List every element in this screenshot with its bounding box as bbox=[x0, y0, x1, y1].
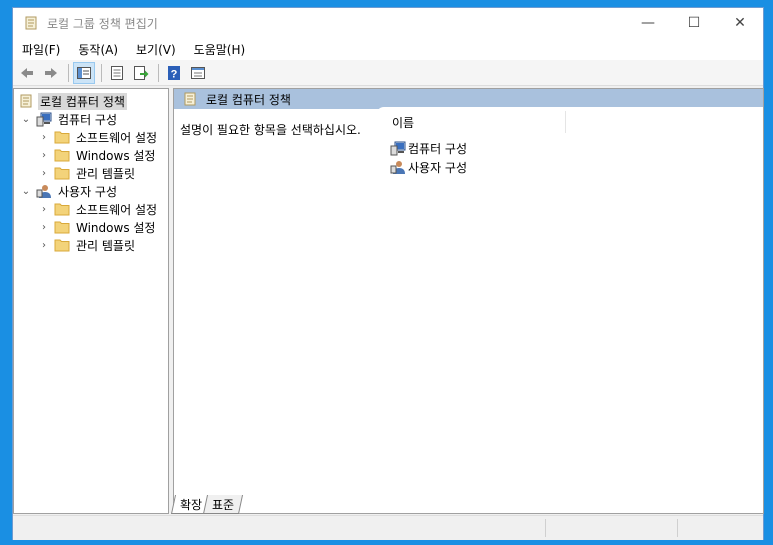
policy-scroll-icon bbox=[184, 92, 196, 106]
status-divider bbox=[545, 519, 546, 537]
tree-item-folder[interactable]: › Windows 설정 bbox=[38, 218, 157, 236]
show-hide-tree-icon bbox=[77, 66, 91, 79]
user-icon bbox=[36, 185, 51, 198]
tree-item-label: 컴퓨터 구성 bbox=[58, 112, 118, 127]
menu-bar: 파일(F) 동작(A) 보기(V) 도움말(H) bbox=[13, 38, 763, 60]
computer-icon bbox=[390, 141, 406, 156]
view-icon bbox=[191, 66, 205, 79]
status-divider bbox=[677, 519, 678, 537]
chevron-right-icon[interactable]: › bbox=[38, 164, 50, 182]
tree-item-label: 관리 템플릿 bbox=[76, 238, 136, 253]
chevron-down-icon[interactable]: ⌄ bbox=[20, 110, 32, 128]
menu-view[interactable]: 보기(V) bbox=[127, 41, 185, 58]
chevron-down-icon[interactable]: ⌄ bbox=[20, 182, 32, 200]
details-pane: 로컬 컴퓨터 정책 설명이 필요한 항목을 선택하십시오. 이름 컴퓨터 구성 bbox=[173, 88, 764, 514]
svg-text:?: ? bbox=[171, 68, 178, 80]
policy-scroll-icon bbox=[25, 16, 37, 30]
toolbar-separator bbox=[158, 63, 159, 82]
folder-icon bbox=[54, 167, 70, 180]
forward-button[interactable] bbox=[40, 62, 62, 84]
app-window: 로컬 그룹 정책 편집기 — ☐ ✕ 파일(F) 동작(A) 보기(V) 도움말… bbox=[12, 7, 764, 540]
chevron-right-icon[interactable]: › bbox=[38, 236, 50, 254]
item-list: 이름 컴퓨터 구성 사용자 구성 bbox=[376, 107, 763, 490]
show-hide-tree-button[interactable] bbox=[73, 61, 95, 84]
menu-action[interactable]: 동작(A) bbox=[69, 41, 127, 58]
chevron-right-icon[interactable]: › bbox=[38, 200, 50, 218]
chevron-right-icon[interactable]: › bbox=[38, 218, 50, 236]
chevron-right-icon[interactable]: › bbox=[38, 128, 50, 146]
chevron-right-icon[interactable]: › bbox=[38, 146, 50, 164]
column-header-name[interactable]: 이름 bbox=[376, 111, 566, 133]
folder-icon bbox=[54, 203, 70, 216]
tree-item-folder[interactable]: › 소프트웨어 설정 bbox=[38, 128, 159, 146]
help-button[interactable]: ? bbox=[163, 62, 185, 84]
list-item-user-config[interactable]: 사용자 구성 bbox=[390, 158, 467, 176]
toolbar: ? bbox=[13, 60, 763, 86]
properties-icon bbox=[111, 65, 123, 80]
tree-item-label: 로컬 컴퓨터 정책 bbox=[38, 92, 127, 110]
toolbar-separator bbox=[101, 63, 102, 82]
list-item-label: 사용자 구성 bbox=[408, 160, 468, 175]
user-icon bbox=[390, 161, 405, 174]
window-controls: — ☐ ✕ bbox=[625, 8, 763, 38]
description-pane: 설명이 필요한 항목을 선택하십시오. bbox=[174, 109, 376, 489]
menu-help[interactable]: 도움말(H) bbox=[185, 41, 255, 58]
tree-item-label: 관리 템플릿 bbox=[76, 166, 136, 181]
back-arrow-icon bbox=[21, 67, 33, 78]
back-button[interactable] bbox=[16, 62, 38, 84]
folder-icon bbox=[54, 131, 70, 144]
title-bar[interactable]: 로컬 그룹 정책 편집기 — ☐ ✕ bbox=[13, 8, 763, 38]
folder-icon bbox=[54, 221, 70, 234]
pane-header-title: 로컬 컴퓨터 정책 bbox=[182, 89, 291, 109]
folder-icon bbox=[54, 149, 70, 162]
tree-item-folder[interactable]: › 소프트웨어 설정 bbox=[38, 200, 159, 218]
export-list-button[interactable] bbox=[130, 62, 152, 84]
computer-icon bbox=[36, 112, 52, 127]
minimize-button[interactable]: — bbox=[625, 8, 671, 38]
tab-label: 확장 bbox=[180, 497, 203, 512]
tree-item-user-config[interactable]: ⌄ 사용자 구성 bbox=[20, 182, 119, 200]
policy-scroll-icon bbox=[20, 94, 32, 108]
tree-item-folder[interactable]: › Windows 설정 bbox=[38, 146, 157, 164]
forward-arrow-icon bbox=[45, 67, 57, 78]
tab-standard[interactable]: 표준 bbox=[203, 495, 244, 514]
tree-item-label: 소프트웨어 설정 bbox=[76, 130, 158, 145]
view-button[interactable] bbox=[187, 62, 209, 84]
tree-item-folder[interactable]: › 관리 템플릿 bbox=[38, 164, 137, 182]
column-header-label: 이름 bbox=[392, 115, 415, 130]
help-icon: ? bbox=[168, 65, 180, 80]
tree-item-label: 사용자 구성 bbox=[58, 184, 118, 199]
maximize-button[interactable]: ☐ bbox=[671, 8, 717, 38]
tree-item-label: 소프트웨어 설정 bbox=[76, 202, 158, 217]
properties-button[interactable] bbox=[106, 62, 128, 84]
tab-label: 표준 bbox=[212, 497, 235, 512]
folder-icon bbox=[54, 239, 70, 252]
menu-file[interactable]: 파일(F) bbox=[13, 41, 69, 58]
tree-item-folder[interactable]: › 관리 템플릿 bbox=[38, 236, 137, 254]
status-bar bbox=[13, 515, 763, 540]
description-text: 설명이 필요한 항목을 선택하십시오. bbox=[180, 123, 361, 137]
close-button[interactable]: ✕ bbox=[717, 8, 763, 38]
list-item-label: 컴퓨터 구성 bbox=[408, 141, 468, 156]
toolbar-separator bbox=[68, 63, 69, 82]
navigation-tree: 로컬 컴퓨터 정책 ⌄ 컴퓨터 구성 › 소프트웨어 설정 › Windows … bbox=[13, 88, 169, 514]
export-list-icon bbox=[134, 65, 149, 80]
list-item-computer-config[interactable]: 컴퓨터 구성 bbox=[390, 139, 467, 157]
view-tabs: 확장 표준 bbox=[170, 494, 244, 514]
window-title: 로컬 그룹 정책 편집기 bbox=[47, 16, 158, 31]
tree-item-label: Windows 설정 bbox=[76, 148, 156, 163]
tree-item-computer-config[interactable]: ⌄ 컴퓨터 구성 bbox=[20, 110, 119, 128]
tree-item-local-computer-policy[interactable]: 로컬 컴퓨터 정책 bbox=[18, 92, 127, 110]
pane-header-label: 로컬 컴퓨터 정책 bbox=[206, 92, 291, 107]
tree-item-label: Windows 설정 bbox=[76, 220, 156, 235]
